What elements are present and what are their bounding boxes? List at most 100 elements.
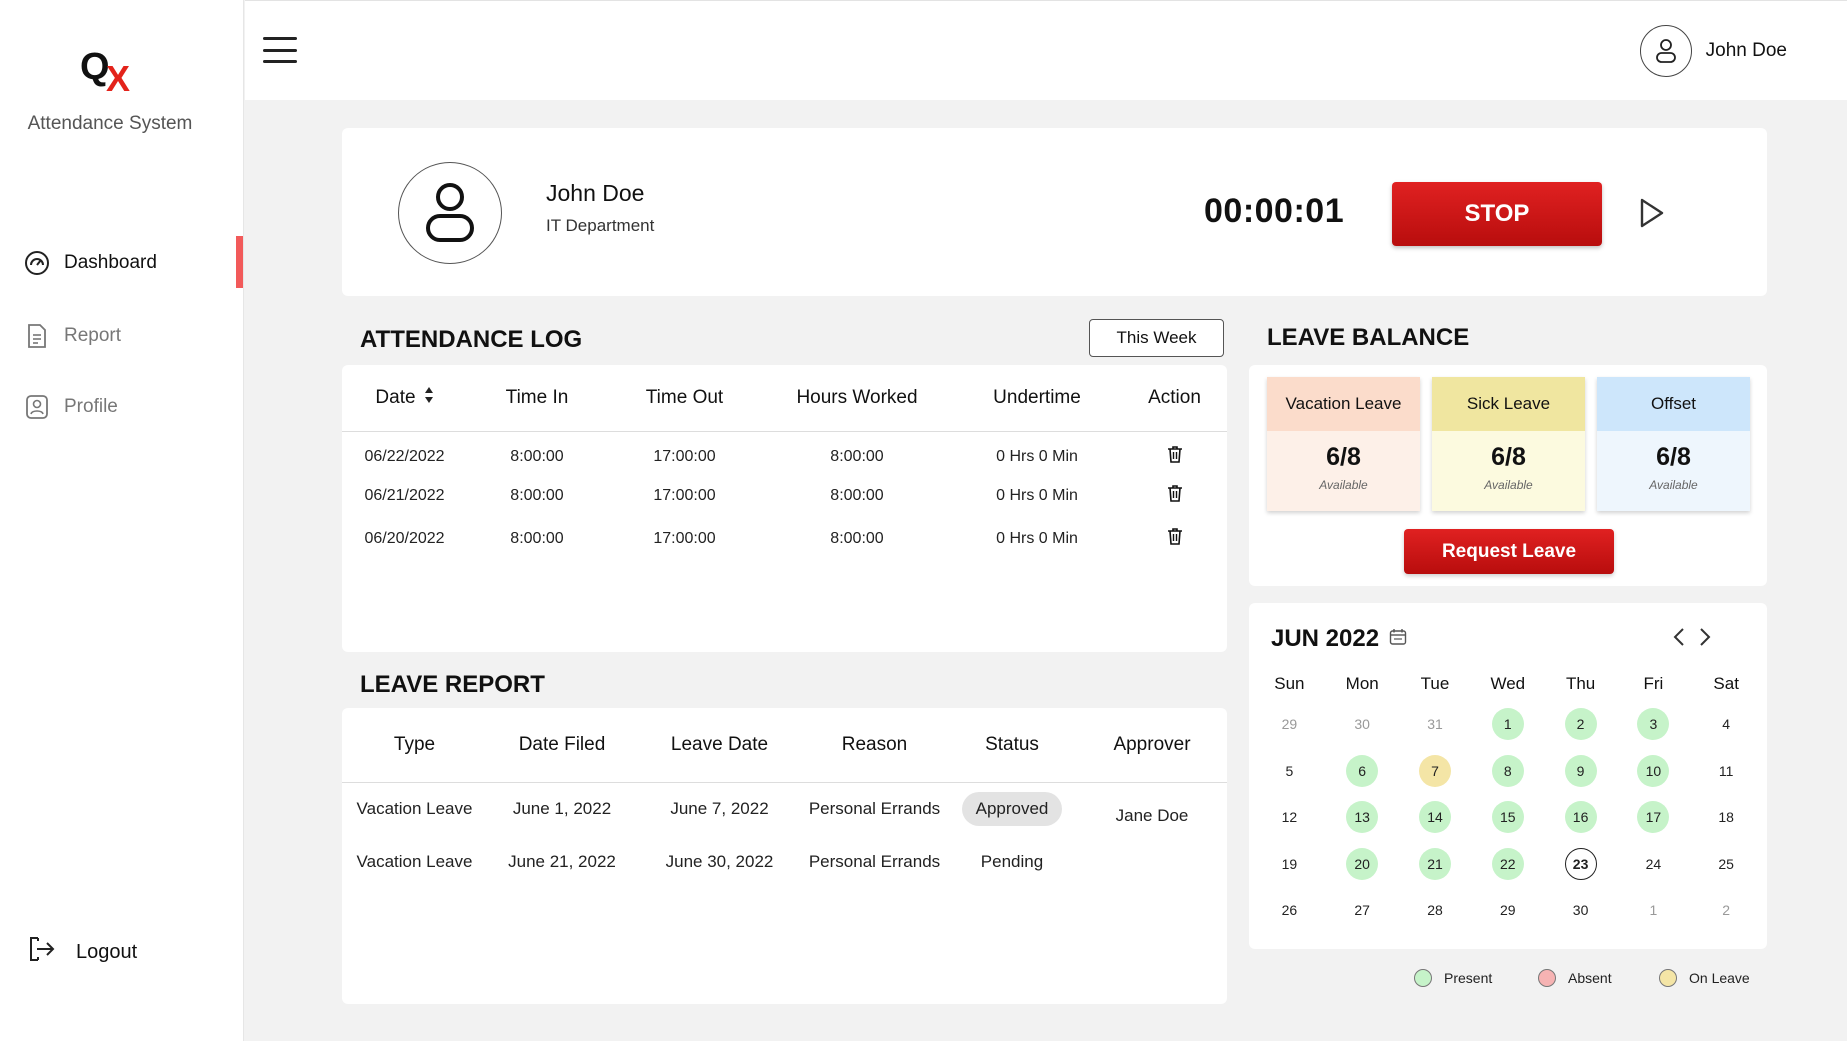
calendar-day[interactable]: 2 bbox=[1690, 894, 1763, 926]
calendar-day-number: 15 bbox=[1491, 801, 1524, 834]
calendar-week-row: 12 13 14 15 16 17 18 bbox=[1253, 794, 1763, 841]
cell-type: Vacation Leave bbox=[356, 851, 473, 871]
calendar-day[interactable]: 1 bbox=[1471, 708, 1544, 741]
chevron-left-icon[interactable] bbox=[1669, 625, 1689, 649]
cell-date: 06/20/2022 bbox=[364, 529, 445, 547]
leave-balance-card: Vacation Leave 6/8 Available Sick Leave … bbox=[1249, 365, 1767, 586]
this-week-button[interactable]: This Week bbox=[1089, 319, 1224, 357]
legend-present: Present bbox=[1414, 969, 1492, 987]
sidebar-item-report[interactable]: Report bbox=[24, 316, 121, 356]
calendar-day[interactable]: 21 bbox=[1399, 847, 1472, 880]
vacation-leave-body: 6/8 Available bbox=[1267, 431, 1420, 511]
legend-label: Present bbox=[1444, 970, 1493, 986]
sort-icon[interactable] bbox=[424, 386, 434, 410]
calendar-day[interactable]: 2 bbox=[1544, 708, 1617, 741]
logout-button[interactable]: Logout bbox=[26, 932, 137, 972]
calendar-day[interactable]: 4 bbox=[1690, 708, 1763, 740]
vacation-leave-sub: Available bbox=[1319, 478, 1368, 492]
table-row: 06/22/2022 8:00:00 17:00:00 8:00:00 0 Hr… bbox=[342, 431, 1227, 474]
request-leave-button[interactable]: Request Leave bbox=[1404, 529, 1614, 574]
cell-time-out: 17:00:00 bbox=[653, 529, 716, 547]
calendar-day[interactable]: 16 bbox=[1544, 801, 1617, 834]
weekday-label: Sun bbox=[1274, 674, 1305, 693]
leave-report-table: Type Date Filed Leave Date Reason Status… bbox=[342, 708, 1227, 888]
trash-icon[interactable] bbox=[1167, 446, 1183, 467]
chevron-right-icon[interactable] bbox=[1695, 625, 1715, 649]
user-menu[interactable]: John Doe bbox=[1639, 25, 1787, 77]
calendar-day[interactable]: 29 bbox=[1253, 708, 1326, 740]
calendar-day-number: 8 bbox=[1491, 754, 1524, 787]
calendar-day-number: 30 bbox=[1572, 902, 1589, 919]
calendar-day[interactable]: 24 bbox=[1617, 848, 1690, 880]
work-timer: 00:00:01 bbox=[1204, 192, 1345, 230]
present-dot bbox=[1414, 969, 1432, 987]
vacation-leave-label: Vacation Leave bbox=[1267, 377, 1420, 431]
calendar-month-label: JUN 2022 bbox=[1271, 625, 1380, 652]
calendar-day[interactable]: 25 bbox=[1690, 848, 1763, 880]
calendar-day[interactable]: 19 bbox=[1253, 848, 1326, 880]
menu-icon[interactable] bbox=[263, 37, 297, 63]
calendar-day-number: 3 bbox=[1637, 708, 1670, 741]
column-header-type: Type bbox=[342, 708, 487, 783]
calendar-day[interactable]: 27 bbox=[1326, 894, 1399, 926]
cell-time-in: 8:00:00 bbox=[510, 447, 564, 465]
calendar-day[interactable]: 6 bbox=[1326, 754, 1399, 787]
offset-box: Offset 6/8 Available bbox=[1597, 377, 1750, 511]
profile-icon bbox=[24, 394, 50, 420]
calendar-day[interactable]: 26 bbox=[1253, 894, 1326, 926]
calendar-day[interactable]: 11 bbox=[1690, 755, 1763, 787]
calendar-day[interactable]: 30 bbox=[1326, 708, 1399, 740]
calendar-day[interactable]: 29 bbox=[1471, 894, 1544, 926]
sick-leave-box: Sick Leave 6/8 Available bbox=[1432, 377, 1585, 511]
calendar-day[interactable]: 3 bbox=[1617, 708, 1690, 741]
calendar-day[interactable]: 31 bbox=[1399, 708, 1472, 740]
cell-hours-worked: 8:00:00 bbox=[830, 447, 884, 465]
calendar-day[interactable]: 20 bbox=[1326, 847, 1399, 880]
calendar-day[interactable]: 23 bbox=[1544, 847, 1617, 880]
weekday-label: Mon bbox=[1345, 674, 1379, 693]
sidebar-item-dashboard[interactable]: Dashboard bbox=[24, 243, 157, 283]
play-icon[interactable] bbox=[1637, 196, 1667, 230]
cell-action bbox=[1122, 517, 1227, 560]
sidebar-item-profile[interactable]: Profile bbox=[24, 387, 118, 427]
cell-status: Pending bbox=[947, 835, 1077, 888]
calendar-day[interactable]: 12 bbox=[1253, 801, 1326, 833]
calendar-day[interactable]: 30 bbox=[1544, 894, 1617, 926]
calendar-day-number: 9 bbox=[1564, 754, 1597, 787]
cell-time-out: 17:00:00 bbox=[653, 486, 716, 504]
calendar-day[interactable]: 7 bbox=[1399, 754, 1472, 787]
cell-time-out: 17:00:00 bbox=[653, 447, 716, 465]
calendar-day[interactable]: 22 bbox=[1471, 847, 1544, 880]
calendar-day[interactable]: 17 bbox=[1617, 801, 1690, 834]
attendance-table-card: Date Time In Time Out Hours Worked Under… bbox=[342, 365, 1227, 652]
trash-icon[interactable] bbox=[1167, 528, 1183, 549]
cell-leave-date: June 30, 2022 bbox=[665, 851, 774, 871]
calendar-day[interactable]: 28 bbox=[1399, 894, 1472, 926]
column-header-date[interactable]: Date bbox=[342, 365, 467, 432]
calendar-day[interactable]: 9 bbox=[1544, 754, 1617, 787]
cell-status: Approved bbox=[947, 782, 1077, 835]
sidebar-item-label: Dashboard bbox=[64, 252, 157, 273]
calendar-day-number: 20 bbox=[1346, 847, 1379, 880]
trash-icon[interactable] bbox=[1167, 485, 1183, 506]
calendar-week-row: 19 20 21 22 23 24 25 bbox=[1253, 841, 1763, 888]
calendar-day-number: 30 bbox=[1354, 716, 1370, 733]
calendar-day[interactable]: 14 bbox=[1399, 801, 1472, 834]
calendar-day[interactable]: 1 bbox=[1617, 894, 1690, 926]
calendar-day-number: 14 bbox=[1418, 801, 1451, 834]
calendar-day-number: 16 bbox=[1564, 801, 1597, 834]
stop-button[interactable]: STOP bbox=[1392, 182, 1602, 246]
calendar-icon[interactable] bbox=[1389, 625, 1407, 653]
calendar-day[interactable]: 10 bbox=[1617, 754, 1690, 787]
cell-date-filed: June 1, 2022 bbox=[512, 798, 612, 818]
calendar-day[interactable]: 13 bbox=[1326, 801, 1399, 834]
calendar-day[interactable]: 15 bbox=[1471, 801, 1544, 834]
calendar-day[interactable]: 5 bbox=[1253, 755, 1326, 787]
calendar-day-number: 28 bbox=[1427, 902, 1443, 919]
calendar-day-number: 24 bbox=[1645, 855, 1662, 872]
calendar-day[interactable]: 8 bbox=[1471, 754, 1544, 787]
calendar-week-row: 26 27 28 29 30 1 2 bbox=[1253, 887, 1763, 934]
column-header-status: Status bbox=[947, 708, 1077, 783]
legend-label: On Leave bbox=[1689, 970, 1750, 986]
calendar-day[interactable]: 18 bbox=[1690, 801, 1763, 833]
